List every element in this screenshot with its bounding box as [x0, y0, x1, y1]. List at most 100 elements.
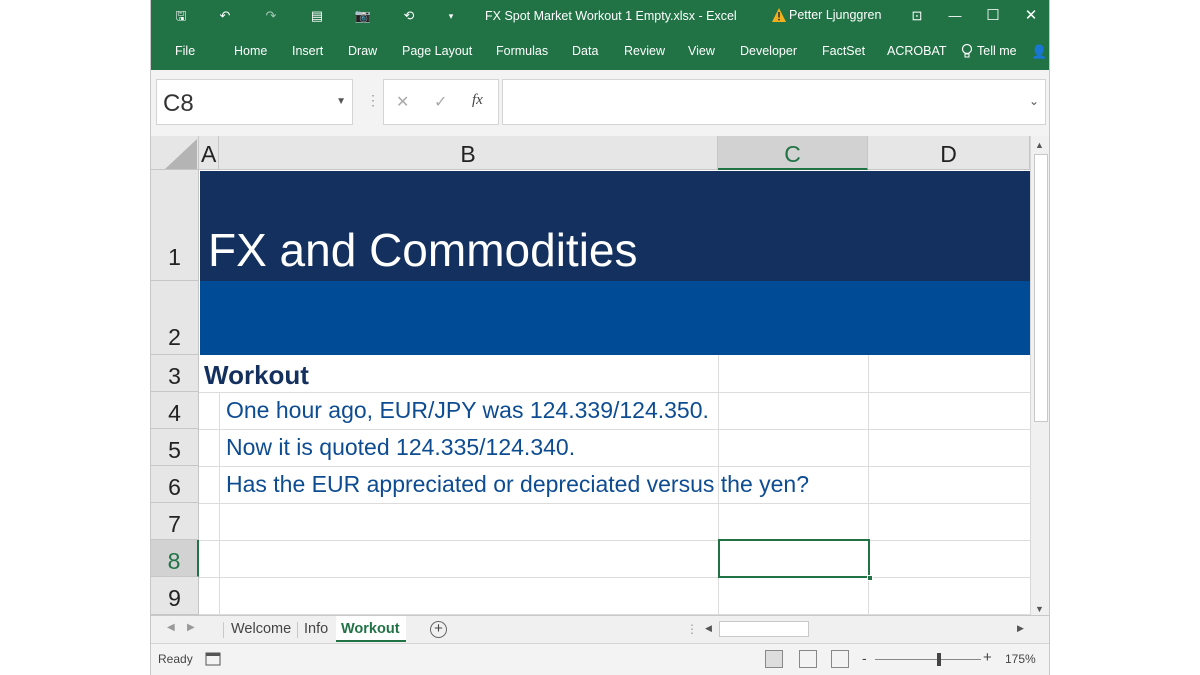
row-header-9[interactable]: 9: [151, 577, 199, 615]
cell-b4[interactable]: One hour ago, EUR/JPY was 124.339/124.35…: [226, 397, 709, 424]
normal-view-icon[interactable]: [765, 650, 783, 668]
macro-recording-icon[interactable]: [205, 651, 221, 667]
page-break-view-icon[interactable]: [831, 650, 849, 668]
refresh-icon[interactable]: ⟲: [399, 6, 419, 26]
gridline: [199, 540, 1030, 541]
next-sheet-icon[interactable]: ▶: [187, 622, 195, 633]
sheet-tab-info[interactable]: Info: [304, 621, 328, 637]
row-header-1[interactable]: 1: [151, 170, 199, 281]
tab-insert[interactable]: Insert: [292, 44, 323, 58]
scroll-right-icon[interactable]: ▶: [1017, 623, 1024, 634]
zoom-out-button[interactable]: -: [862, 650, 867, 666]
row-header-6[interactable]: 6: [151, 466, 199, 503]
scroll-down-icon[interactable]: ▼: [1035, 604, 1044, 614]
enter-icon[interactable]: ✓: [434, 92, 447, 112]
form-icon[interactable]: ▤: [307, 6, 327, 26]
prev-sheet-icon[interactable]: ◀: [167, 622, 175, 633]
row-header-3[interactable]: 3: [151, 355, 199, 392]
share-icon[interactable]: 👤: [1031, 44, 1047, 60]
insert-function-icon[interactable]: fx: [472, 92, 483, 109]
tab-home[interactable]: Home: [234, 44, 267, 58]
minimize-button[interactable]: —: [945, 6, 965, 26]
name-box[interactable]: C8 ▼: [156, 79, 353, 125]
row-header-8[interactable]: 8: [151, 540, 199, 577]
active-cell-c8[interactable]: [718, 539, 870, 578]
camera-icon[interactable]: 📷: [353, 6, 373, 26]
tab-developer[interactable]: Developer: [740, 44, 797, 58]
row-header-4[interactable]: 4: [151, 392, 199, 429]
sheet-tabs-bar: ◀ ▶ Welcome Info Workout + ⋮ ◀ ▶: [151, 615, 1049, 643]
column-header-b[interactable]: B: [219, 136, 718, 170]
warning-icon[interactable]: [771, 7, 787, 23]
zoom-level[interactable]: 175%: [1005, 652, 1036, 666]
ribbon-tabs: File Home Insert Draw Page Layout Formul…: [151, 32, 1049, 70]
name-box-value: C8: [163, 90, 194, 117]
formula-bar: C8 ▼ ⋮ ✕ ✓ fx ⌄: [151, 70, 1049, 136]
save-icon[interactable]: 🖫: [171, 6, 191, 26]
tab-separator: [223, 622, 224, 638]
horizontal-scrollbar[interactable]: ◀ ▶: [701, 621, 1031, 638]
column-header-d[interactable]: D: [868, 136, 1030, 170]
tab-review[interactable]: Review: [624, 44, 665, 58]
window-title: FX Spot Market Workout 1 Empty.xlsx - Ex…: [485, 9, 737, 23]
tab-separator: [297, 622, 298, 638]
tab-formulas[interactable]: Formulas: [496, 44, 548, 58]
add-sheet-button[interactable]: +: [430, 621, 447, 638]
lightbulb-icon: [961, 43, 973, 58]
row-header-5[interactable]: 5: [151, 429, 199, 466]
subtitle-band: [200, 281, 1030, 355]
close-button[interactable]: ✕: [1021, 6, 1041, 26]
vertical-scrollbar[interactable]: ▲ ▼: [1030, 136, 1049, 615]
user-name[interactable]: Petter Ljunggren: [789, 8, 881, 22]
splitter-icon[interactable]: ⋮: [366, 92, 380, 109]
expand-formula-bar-icon[interactable]: ⌄: [1029, 94, 1039, 108]
ribbon-display-options-icon[interactable]: ⊡: [907, 6, 927, 26]
gridline: [199, 503, 1030, 504]
worksheet-grid[interactable]: A B C D 1 2 3 4 5 6 7 8 9 FX and Commodi…: [151, 136, 1030, 615]
excel-window: 🖫 ↶ ↷ ▤ 📷 ⟲ ▾ FX Spot Market Workout 1 E…: [150, 0, 1050, 675]
chevron-down-icon[interactable]: ▼: [336, 96, 346, 107]
scroll-left-icon[interactable]: ◀: [705, 623, 712, 634]
status-bar: Ready - + 175%: [151, 643, 1049, 675]
fill-handle[interactable]: [867, 575, 873, 581]
tab-view[interactable]: View: [688, 44, 715, 58]
tab-file[interactable]: File: [175, 44, 195, 58]
gridline: [199, 466, 1030, 467]
select-all-icon: [165, 139, 197, 169]
cancel-icon[interactable]: ✕: [396, 92, 409, 112]
vertical-scroll-thumb[interactable]: [1034, 154, 1048, 422]
redo-icon[interactable]: ↷: [261, 6, 281, 26]
gridline: [199, 577, 1030, 578]
tab-page-layout[interactable]: Page Layout: [402, 44, 472, 58]
row-header-7[interactable]: 7: [151, 503, 199, 540]
tab-draw[interactable]: Draw: [348, 44, 377, 58]
gridline: [199, 392, 1030, 393]
undo-icon[interactable]: ↶: [215, 6, 235, 26]
zoom-in-button[interactable]: +: [983, 649, 992, 666]
formula-buttons: ✕ ✓ fx: [383, 79, 499, 125]
tell-me-search[interactable]: Tell me: [977, 44, 1017, 58]
tab-acrobat[interactable]: ACROBAT: [887, 44, 947, 58]
maximize-button[interactable]: ☐: [983, 6, 1003, 26]
column-header-c[interactable]: C: [718, 136, 868, 170]
cell-b5[interactable]: Now it is quoted 124.335/124.340.: [226, 434, 575, 461]
page-layout-view-icon[interactable]: [799, 650, 817, 668]
scroll-up-icon[interactable]: ▲: [1035, 140, 1044, 150]
sheet-tab-welcome[interactable]: Welcome: [231, 621, 291, 637]
customize-qat-icon[interactable]: ▾: [441, 6, 461, 26]
tab-splitter-icon[interactable]: ⋮: [686, 622, 698, 636]
sheet-title[interactable]: FX and Commodities: [208, 224, 638, 276]
gridline: [199, 429, 1030, 430]
sheet-tab-workout[interactable]: Workout: [341, 621, 400, 637]
cell-b6[interactable]: Has the EUR appreciated or depreciated v…: [226, 471, 809, 498]
workout-heading[interactable]: Workout: [204, 360, 309, 391]
select-all-button[interactable]: [151, 136, 199, 170]
row-header-2[interactable]: 2: [151, 281, 199, 355]
zoom-slider-knob[interactable]: [937, 653, 941, 666]
tab-data[interactable]: Data: [572, 44, 598, 58]
column-header-a[interactable]: A: [199, 136, 219, 170]
tab-factset[interactable]: FactSet: [822, 44, 865, 58]
zoom-slider[interactable]: [875, 659, 981, 660]
horizontal-scroll-thumb[interactable]: [719, 621, 809, 637]
formula-input[interactable]: ⌄: [502, 79, 1046, 125]
